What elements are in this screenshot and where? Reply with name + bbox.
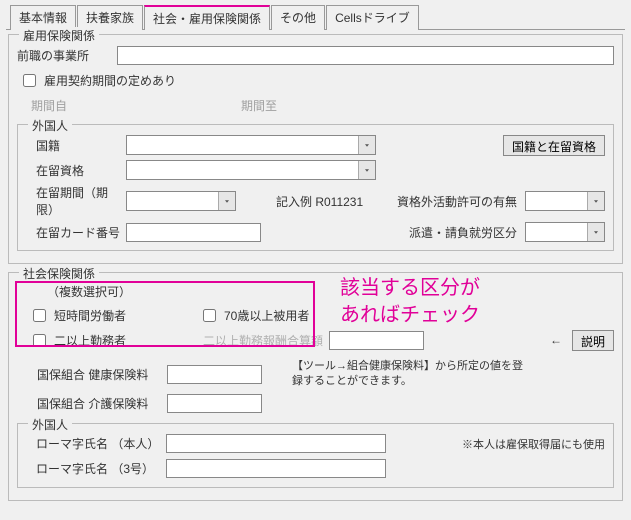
residence-period-input[interactable] bbox=[127, 192, 218, 210]
tab-cells-drive[interactable]: Cellsドライブ bbox=[326, 5, 419, 30]
explain-button[interactable]: 説明 bbox=[572, 330, 614, 351]
nationality-dropdown-btn[interactable] bbox=[358, 136, 375, 154]
short-time-label: 短時間労働者 bbox=[54, 307, 126, 324]
kokuho-note: 【ツール→組合健康保険料】から所定の値を登録することができます。 bbox=[292, 359, 532, 390]
nationality-status-button[interactable]: 国籍と在留資格 bbox=[503, 135, 605, 156]
residence-status-input[interactable] bbox=[127, 161, 358, 179]
roman-3go-input[interactable] bbox=[166, 459, 386, 478]
dual-worker-checkbox[interactable] bbox=[33, 334, 46, 347]
dispatch-dropdown[interactable] bbox=[525, 222, 605, 242]
over70-checkbox[interactable] bbox=[203, 309, 216, 322]
example-label: 記入例 R011231 bbox=[276, 193, 363, 210]
contract-term-label: 雇用契約期間の定めあり bbox=[44, 72, 176, 89]
tab-insurance[interactable]: 社会・雇用保険関係 bbox=[144, 5, 270, 30]
multi-select-label: （複数選択可） bbox=[47, 283, 614, 300]
employment-legend: 雇用保険関係 bbox=[19, 27, 99, 44]
over70-label: 70歳以上被用者 bbox=[224, 307, 309, 324]
nationality-label: 国籍 bbox=[36, 137, 126, 154]
prev-office-label: 前職の事業所 bbox=[17, 47, 117, 64]
activity-permit-input[interactable] bbox=[526, 192, 587, 210]
dispatch-input[interactable] bbox=[526, 223, 587, 241]
residence-period-label: 在留期間（期限） bbox=[36, 184, 126, 218]
card-no-input[interactable] bbox=[126, 223, 261, 242]
residence-status-dropdown[interactable] bbox=[126, 160, 376, 180]
kokuho-health-input[interactable] bbox=[167, 365, 262, 384]
residence-status-dropdown-btn[interactable] bbox=[358, 161, 375, 179]
roman-self-label: ローマ字氏名 （本人） bbox=[36, 435, 166, 452]
residence-period-dropdown-btn[interactable] bbox=[218, 192, 235, 210]
residence-status-label: 在留資格 bbox=[36, 162, 126, 179]
social-insurance-group: 社会保険関係 （複数選択可） 短時間労働者 70歳以上被用者 二以上勤務者 二以… bbox=[8, 272, 623, 501]
dispatch-label: 派遣・請負就労区分 bbox=[409, 224, 517, 241]
foreigner-legend-2: 外国人 bbox=[28, 416, 72, 433]
short-time-checkbox[interactable] bbox=[33, 309, 46, 322]
tab-other[interactable]: その他 bbox=[271, 5, 325, 30]
employment-insurance-group: 雇用保険関係 前職の事業所 雇用契約期間の定めあり 期間自 期間至 外国人 国籍 bbox=[8, 34, 623, 264]
activity-permit-dropdown-btn[interactable] bbox=[587, 192, 604, 210]
residence-period-dropdown[interactable] bbox=[126, 191, 236, 211]
contract-term-checkbox[interactable] bbox=[23, 74, 36, 87]
dispatch-dropdown-btn[interactable] bbox=[587, 223, 604, 241]
kokuho-health-label: 国保組合 健康保険料 bbox=[37, 366, 167, 383]
nationality-dropdown[interactable] bbox=[126, 135, 376, 155]
roman-3go-label: ローマ字氏名 （3号） bbox=[36, 460, 166, 477]
kokuho-care-label: 国保組合 介護保険料 bbox=[37, 395, 167, 412]
activity-permit-label: 資格外活動許可の有無 bbox=[397, 193, 517, 210]
prev-office-input[interactable] bbox=[117, 46, 614, 65]
dual-pay-input[interactable] bbox=[329, 331, 424, 350]
activity-permit-dropdown[interactable] bbox=[525, 191, 605, 211]
period-to-label: 期間至 bbox=[241, 97, 277, 114]
arrow-label: ← bbox=[550, 333, 562, 347]
foreigner-legend-1: 外国人 bbox=[28, 117, 72, 134]
dual-worker-label: 二以上勤務者 bbox=[54, 332, 126, 349]
roman-note: ※本人は雇保取得届にも使用 bbox=[462, 436, 605, 452]
card-no-label: 在留カード番号 bbox=[36, 224, 126, 241]
kokuho-care-input[interactable] bbox=[167, 394, 262, 413]
nationality-input[interactable] bbox=[127, 136, 358, 154]
foreigner-group-2: 外国人 ローマ字氏名 （本人） ※本人は雇保取得届にも使用 ローマ字氏名 （3号… bbox=[17, 423, 614, 488]
period-from-label: 期間自 bbox=[31, 97, 241, 114]
foreigner-group-1: 外国人 国籍 国籍と在留資格 在留資格 在留期間（期限） bbox=[17, 124, 614, 251]
roman-self-input[interactable] bbox=[166, 434, 386, 453]
dual-pay-label: 二以上勤務報酬合算額 bbox=[203, 332, 323, 349]
social-legend: 社会保険関係 bbox=[19, 265, 99, 282]
